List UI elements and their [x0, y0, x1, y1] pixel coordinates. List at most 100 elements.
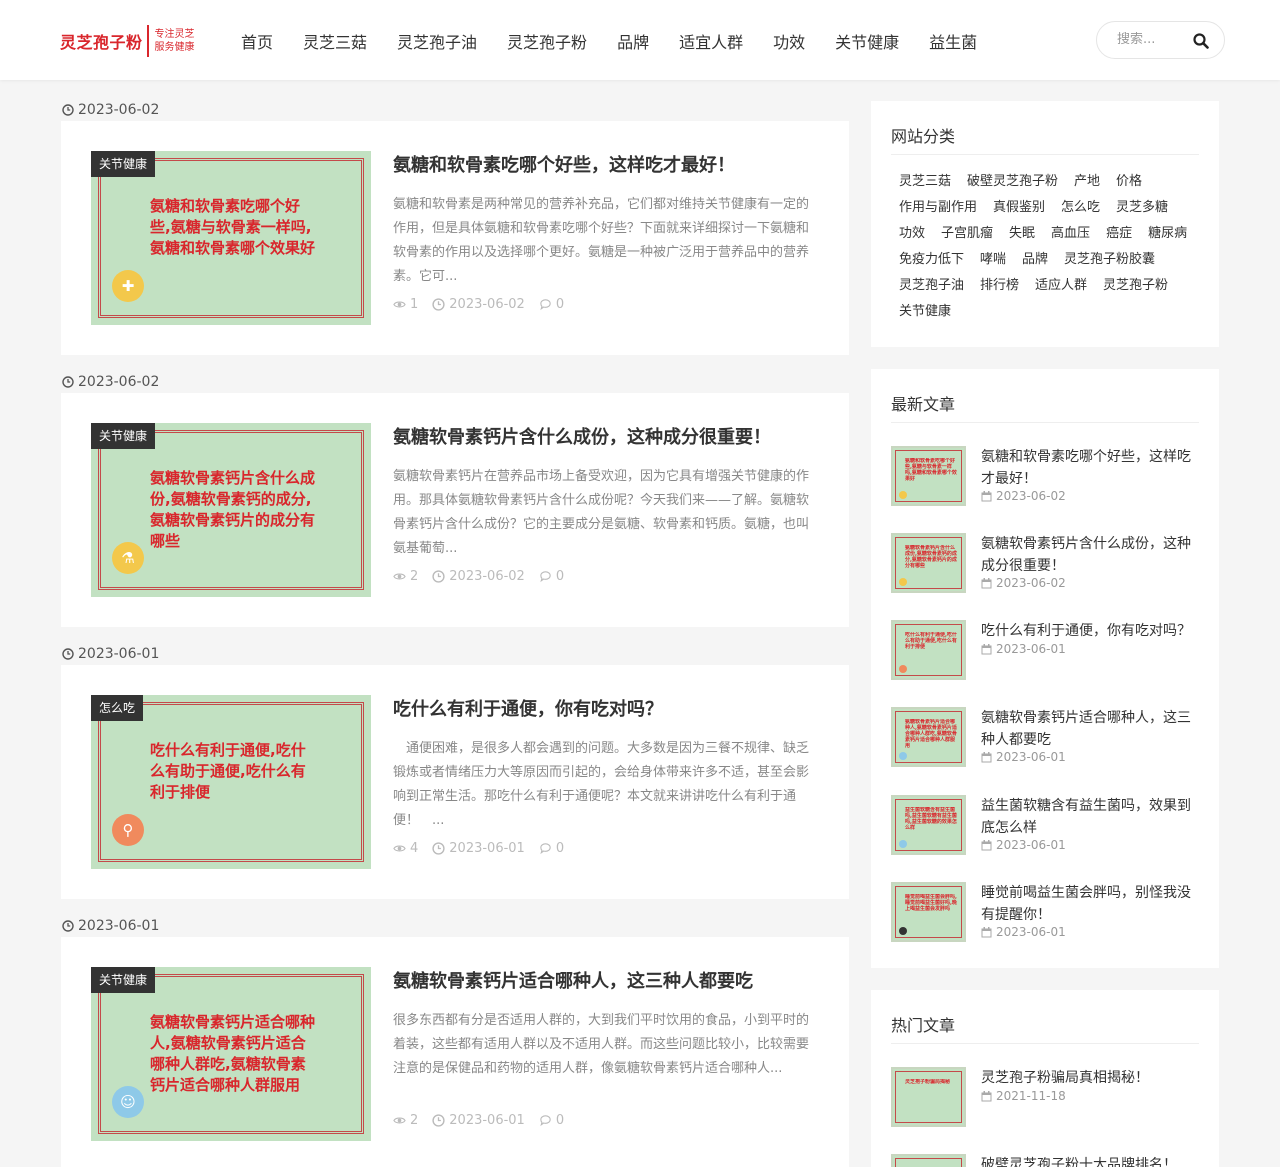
post-title-link[interactable]: 氨糖和软骨素吃哪个好些，这样吃才最好！	[981, 446, 1197, 490]
post-date-value: 2023-06-02	[996, 489, 1066, 503]
category-link[interactable]: 价格	[1116, 173, 1142, 191]
category-tag[interactable]: 怎么吃	[91, 695, 144, 721]
nav-item-spore-powder[interactable]: 灵芝孢子粉	[507, 29, 587, 53]
category-link[interactable]: 灵芝孢子油	[899, 277, 964, 295]
search-icon[interactable]	[1193, 33, 1209, 49]
thumbnail-text: 氨糖软骨素钙片含什么成份,氨糖软骨素钙的成分,氨糖软骨素钙片的成分有哪些	[905, 545, 957, 569]
thumbnail-text: 氨糖软骨素钙片适合哪种人,氨糖软骨素钙片适合哪种人群吃,氨糖软骨素钙片适合哪种人…	[905, 719, 957, 749]
category-link[interactable]: 作用与副作用	[899, 199, 977, 217]
post-thumbnail[interactable]: 氨糖软骨素钙片适合哪种人,氨糖软骨素钙片适合哪种人群吃,氨糖软骨素钙片适合哪种人…	[891, 707, 966, 767]
post-thumbnail[interactable]	[891, 1154, 966, 1167]
post-title-link[interactable]: 睡觉前喝益生菌会胖吗，别怪我没有提醒你！	[981, 882, 1197, 926]
article-title-link[interactable]: 氨糖软骨素钙片适合哪种人，这三种人都要吃	[393, 967, 753, 993]
article-thumbnail[interactable]: 氨糖和软骨素吃哪个好些,氨糖与软骨素一样吗,氨糖和软骨素哪个效果好 ✚	[91, 151, 371, 325]
post-title-link[interactable]: 吃什么有利于通便，你有吃对吗？	[981, 620, 1197, 642]
post-thumbnail[interactable]: 吃什么有利于通便,吃什么有助于通便,吃什么有利于排便	[891, 620, 966, 680]
category-link[interactable]: 品牌	[1022, 251, 1048, 269]
category-link[interactable]: 灵芝孢子粉	[1103, 277, 1168, 295]
post-title-link[interactable]: 益生菌软糖含有益生菌吗，效果到底怎么样	[981, 795, 1197, 839]
category-link[interactable]: 关节健康	[899, 303, 951, 321]
publish-date: 2023-06-01	[432, 841, 525, 856]
category-link[interactable]: 免疫力低下	[899, 251, 964, 269]
view-count-value: 4	[410, 841, 419, 856]
comment-count-value: 0	[555, 297, 565, 312]
site-logo[interactable]: 灵芝孢子粉 专注灵芝 服务健康	[60, 24, 195, 58]
category-link[interactable]: 失眠	[1009, 225, 1035, 243]
category-link[interactable]: 糖尿病	[1148, 225, 1187, 243]
sidebar-post-item[interactable]: 灵芝孢子粉骗局揭秘 灵芝孢子粉骗局真相揭秘！ 2021-11-18	[891, 1067, 1201, 1129]
thumbnail-text: 氨糖和软骨素吃哪个好些,氨糖与软骨素一样吗,氨糖和软骨素哪个效果好	[905, 458, 957, 482]
article-excerpt: 氨糖软骨素钙片在营养品市场上备受欢迎，因为它具有增强关节健康的作用。那具体氨糖软…	[393, 469, 810, 556]
thumbnail-dot-icon	[899, 578, 907, 586]
category-tag[interactable]: 关节健康	[91, 967, 156, 993]
post-thumbnail[interactable]: 益生菌软糖含有益生菌吗,益生菌软糖有益生菌吗,益生菌软糖的效果怎么样	[891, 795, 966, 855]
nav-item-probiotics[interactable]: 益生菌	[929, 29, 977, 53]
category-link[interactable]: 高血压	[1051, 225, 1090, 243]
article-title-link[interactable]: 吃什么有利于通便，你有吃对吗？	[393, 695, 663, 721]
sidebar-post-item[interactable]: 氨糖软骨素钙片适合哪种人,氨糖软骨素钙片适合哪种人群吃,氨糖软骨素钙片适合哪种人…	[891, 707, 1201, 769]
post-date-value: 2023-06-01	[996, 838, 1066, 852]
nav-item-brand[interactable]: 品牌	[617, 29, 649, 53]
post-date: 2023-06-02	[981, 576, 1066, 590]
post-title-link[interactable]: 灵芝孢子粉骗局真相揭秘！	[981, 1067, 1197, 1089]
clock-icon	[432, 842, 445, 855]
category-link[interactable]: 适应人群	[1035, 277, 1087, 295]
category-link[interactable]: 怎么吃	[1061, 199, 1100, 217]
nav-item-suitable-people[interactable]: 适宜人群	[679, 29, 743, 53]
category-tag[interactable]: 关节健康	[91, 423, 156, 449]
post-thumbnail[interactable]: 睡觉前喝益生菌会胖吗,睡觉前喝益生菌好吗,晚上喝益生菌会发胖吗	[891, 882, 966, 942]
calendar-icon	[981, 577, 992, 588]
post-title-link[interactable]: 氨糖软骨素钙片含什么成份，这种成分很重要！	[981, 533, 1197, 577]
article-thumbnail[interactable]: 吃什么有利于通便,吃什么有助于通便,吃什么有利于排便 ⚲	[91, 695, 371, 869]
sidebar-post-item[interactable]: 氨糖和软骨素吃哪个好些,氨糖与软骨素一样吗,氨糖和软骨素哪个效果好 氨糖和软骨素吃…	[891, 446, 1201, 508]
view-count: 4	[393, 841, 418, 856]
category-link[interactable]: 排行榜	[980, 277, 1019, 295]
category-link[interactable]: 灵芝孢子粉胶囊	[1064, 251, 1155, 269]
sidebar-post-item[interactable]: 氨糖软骨素钙片含什么成份,氨糖软骨素钙的成分,氨糖软骨素钙片的成分有哪些 氨糖软骨…	[891, 533, 1201, 595]
calendar-icon	[981, 490, 992, 501]
widget-divider	[891, 1043, 1199, 1044]
article-title-link[interactable]: 氨糖软骨素钙片含什么成份，这种成分很重要！	[393, 423, 771, 449]
eye-icon	[393, 1117, 406, 1124]
nav-item-effects[interactable]: 功效	[773, 29, 805, 53]
article-thumbnail[interactable]: 氨糖软骨素钙片适合哪种人,氨糖软骨素钙片适合哪种人群吃,氨糖软骨素钙片适合哪种人…	[91, 967, 371, 1141]
article-title-link[interactable]: 氨糖和软骨素吃哪个好些，这样吃才最好！	[393, 151, 735, 177]
search-input[interactable]	[1117, 32, 1187, 47]
nav-item-home[interactable]: 首页	[241, 29, 273, 53]
category-link[interactable]: 子宫肌瘤	[941, 225, 993, 243]
article-date: 2023-06-01	[78, 646, 160, 662]
logo-text: 灵芝孢子粉	[60, 33, 143, 52]
comment-count[interactable]: 0	[539, 1113, 564, 1128]
category-link[interactable]: 灵芝多糖	[1116, 199, 1168, 217]
category-link[interactable]: 破壁灵芝孢子粉	[967, 173, 1058, 191]
comment-count[interactable]: 0	[539, 569, 564, 584]
comment-count[interactable]: 0	[539, 841, 564, 856]
category-link[interactable]: 灵芝三菇	[899, 173, 951, 191]
article-thumbnail[interactable]: 氨糖软骨素钙片含什么成份,氨糖软骨素钙的成分,氨糖软骨素钙片的成分有哪些 ⚗	[91, 423, 371, 597]
nav-item-spore-oil[interactable]: 灵芝孢子油	[397, 29, 477, 53]
clock-icon	[62, 376, 74, 388]
sidebar-post-item[interactable]: 破壁灵芝孢子粉十大品牌排名！	[891, 1154, 1201, 1167]
sidebar-post-item[interactable]: 睡觉前喝益生菌会胖吗,睡觉前喝益生菌好吗,晚上喝益生菌会发胖吗 睡觉前喝益生菌会胖…	[891, 882, 1201, 944]
category-link[interactable]: 哮喘	[980, 251, 1006, 269]
category-link[interactable]: 癌症	[1106, 225, 1132, 243]
post-thumbnail[interactable]: 灵芝孢子粉骗局揭秘	[891, 1067, 966, 1127]
eye-icon	[393, 845, 406, 852]
post-title-link[interactable]: 氨糖软骨素钙片适合哪种人，这三种人都要吃	[981, 707, 1197, 751]
category-tag[interactable]: 关节健康	[91, 151, 156, 177]
site-header: 灵芝孢子粉 专注灵芝 服务健康 首页 灵芝三菇 灵芝孢子油 灵芝孢子粉 品牌 适…	[0, 0, 1280, 80]
category-link[interactable]: 产地	[1074, 173, 1100, 191]
post-thumbnail[interactable]: 氨糖和软骨素吃哪个好些,氨糖与软骨素一样吗,氨糖和软骨素哪个效果好	[891, 446, 966, 506]
post-thumbnail[interactable]: 氨糖软骨素钙片含什么成份,氨糖软骨素钙的成分,氨糖软骨素钙片的成分有哪些	[891, 533, 966, 593]
comment-count[interactable]: 0	[539, 297, 564, 312]
post-title-link[interactable]: 破壁灵芝孢子粉十大品牌排名！	[981, 1154, 1197, 1167]
sidebar-post-item[interactable]: 益生菌软糖含有益生菌吗,益生菌软糖有益生菌吗,益生菌软糖的效果怎么样 益生菌软糖含…	[891, 795, 1201, 857]
thumbnail-dot-icon	[899, 491, 907, 499]
thumbnail-text: 益生菌软糖含有益生菌吗,益生菌软糖有益生菌吗,益生菌软糖的效果怎么样	[905, 807, 957, 831]
post-date-value: 2021-11-18	[996, 1089, 1066, 1103]
nav-item-joint-health[interactable]: 关节健康	[835, 29, 899, 53]
nav-item-lingzhi-sangu[interactable]: 灵芝三菇	[303, 29, 367, 53]
sidebar-post-item[interactable]: 吃什么有利于通便,吃什么有助于通便,吃什么有利于排便 吃什么有利于通便，你有吃对吗…	[891, 620, 1201, 682]
category-link[interactable]: 真假鉴别	[993, 199, 1045, 217]
category-link[interactable]: 功效	[899, 225, 925, 243]
